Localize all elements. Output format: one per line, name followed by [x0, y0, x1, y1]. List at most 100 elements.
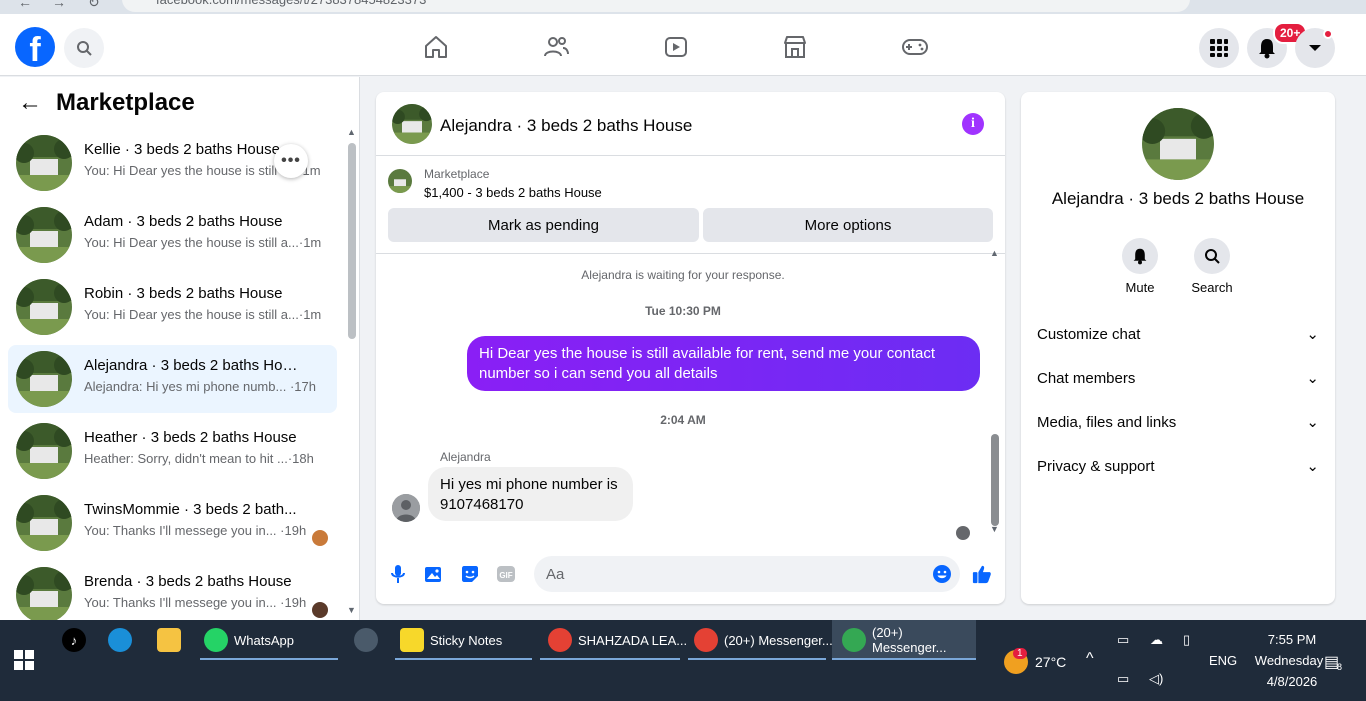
- message-thread: Alejandra is waiting for your response. …: [376, 248, 1005, 544]
- chevron-up-icon[interactable]: ^: [1086, 650, 1094, 668]
- search-button[interactable]: [64, 28, 104, 68]
- marketplace-tab[interactable]: [780, 32, 810, 62]
- read-receipt-avatar: [312, 530, 328, 546]
- marketplace-conversation-list: ← Marketplace Kellie · 3 beds 2 baths Ho…: [0, 77, 360, 620]
- thread-scroll-up-arrow[interactable]: ▲: [990, 248, 999, 258]
- mark-as-pending-button[interactable]: Mark as pending: [388, 208, 699, 242]
- chat-window: Alejandra · 3 beds 2 baths House i Marke…: [376, 92, 1005, 604]
- gaming-tab[interactable]: [900, 32, 930, 62]
- device-icon[interactable]: ▯: [1183, 632, 1190, 648]
- whatsapp-app[interactable]: WhatsApp: [204, 620, 294, 660]
- chat-members-section[interactable]: Chat members ⌄: [1037, 360, 1319, 396]
- emoji-icon[interactable]: [932, 564, 952, 584]
- chat-title[interactable]: Alejandra · 3 beds 2 baths House: [440, 116, 692, 136]
- chrome-window-messenger-2[interactable]: (20+) Messenger...: [832, 620, 976, 660]
- cloud-icon[interactable]: ☁: [1150, 632, 1163, 648]
- clock-date[interactable]: 4/8/2026: [1254, 674, 1330, 689]
- conversation-preview: You: Thanks I'll messege you in... ·19h: [84, 523, 307, 538]
- gamepad-icon: [902, 39, 928, 55]
- listing-thumbnail[interactable]: [388, 169, 412, 193]
- contact-avatar[interactable]: [1142, 108, 1214, 180]
- tiktok-app[interactable]: ♪: [62, 620, 92, 660]
- photo-icon[interactable]: [424, 564, 444, 584]
- home-tab[interactable]: [421, 32, 451, 62]
- language-indicator[interactable]: ENG: [1209, 653, 1237, 668]
- conversation-name: Heather · 3 beds 2 baths House: [84, 429, 297, 446]
- top-navigation: f 20+: [0, 14, 1366, 76]
- scroll-down-arrow[interactable]: ▼: [347, 605, 356, 615]
- listing-price[interactable]: $1,400 - 3 beds 2 baths House: [424, 185, 602, 200]
- outgoing-message[interactable]: Hi Dear yes the house is still available…: [467, 336, 980, 391]
- friends-tab[interactable]: [541, 32, 571, 62]
- weather-temperature[interactable]: 27°C: [1035, 654, 1066, 670]
- conversation-item[interactable]: Robin · 3 beds 2 baths House You: Hi Dea…: [8, 273, 337, 341]
- watch-tab[interactable]: [661, 32, 691, 62]
- clock-day[interactable]: Wednesday: [1244, 653, 1334, 668]
- whatsapp-icon: [204, 628, 228, 652]
- scroll-up-arrow[interactable]: ▲: [347, 127, 356, 137]
- store-icon: [784, 36, 806, 58]
- conversation-item-active[interactable]: Alejandra · 3 beds 2 baths House Alejand…: [8, 345, 337, 413]
- conversation-item[interactable]: TwinsMommie · 3 beds 2 bath... You: Than…: [8, 489, 337, 557]
- battery-icon[interactable]: ▭: [1117, 632, 1129, 648]
- search-in-chat-button[interactable]: Search: [1184, 238, 1240, 295]
- microphone-icon[interactable]: [388, 564, 408, 584]
- network-icon[interactable]: ▭: [1117, 671, 1129, 687]
- house-thumbnail: [16, 423, 72, 479]
- facebook-logo[interactable]: f: [15, 27, 55, 67]
- sender-avatar[interactable]: [392, 494, 420, 522]
- reload-icon[interactable]: ↻: [88, 0, 100, 11]
- forward-icon[interactable]: →: [52, 0, 66, 10]
- chevron-down-icon: ⌄: [1306, 370, 1319, 387]
- seen-indicator-avatar: [956, 526, 970, 540]
- conversation-name: Robin · 3 beds 2 baths House: [84, 285, 283, 302]
- edge-app[interactable]: [108, 620, 138, 660]
- chat-header: Alejandra · 3 beds 2 baths House i: [376, 92, 1005, 156]
- info-icon[interactable]: i: [962, 113, 984, 135]
- conversation-more-button[interactable]: •••: [274, 144, 308, 178]
- conversation-preview: You: Hi Dear yes the house is still a...…: [84, 307, 322, 322]
- sender-name: Alejandra: [440, 450, 491, 464]
- thread-scroll-down-arrow[interactable]: ▼: [990, 524, 999, 534]
- marketplace-title: Marketplace: [56, 89, 195, 116]
- mute-button[interactable]: Mute: [1112, 238, 1168, 295]
- snipping-app[interactable]: [354, 620, 384, 660]
- clock-time[interactable]: 7:55 PM: [1254, 632, 1330, 647]
- conversation-name: Alejandra · 3 beds 2 baths House: [84, 357, 304, 374]
- sticker-icon[interactable]: [460, 564, 480, 584]
- conversation-item[interactable]: Adam · 3 beds 2 baths House You: Hi Dear…: [8, 201, 337, 269]
- active-indicator: [395, 658, 532, 660]
- conversation-item[interactable]: Brenda · 3 beds 2 baths House You: Thank…: [8, 561, 337, 620]
- conversation-item[interactable]: Heather · 3 beds 2 baths House Heather: …: [8, 417, 337, 485]
- back-icon[interactable]: ←: [18, 0, 32, 10]
- incoming-message[interactable]: Hi yes mi phone number is 9107468170: [428, 467, 633, 521]
- conversation-name: Adam · 3 beds 2 baths House: [84, 213, 283, 230]
- chrome-window-messenger-1[interactable]: (20+) Messenger...: [694, 620, 833, 660]
- house-thumbnail: [16, 207, 72, 263]
- media-files-links-section[interactable]: Media, files and links ⌄: [1037, 404, 1319, 440]
- windows-taskbar: ♪ WhatsApp Sticky Notes SHAHZADA LEA... …: [0, 620, 1366, 701]
- gif-icon[interactable]: GIF: [496, 564, 516, 584]
- more-options-button[interactable]: More options: [703, 208, 993, 242]
- chrome-window-shahzada[interactable]: SHAHZADA LEA...: [548, 620, 687, 660]
- chat-avatar[interactable]: [392, 104, 432, 144]
- speaker-icon[interactable]: ◁): [1149, 671, 1163, 687]
- active-indicator: [688, 658, 826, 660]
- message-input[interactable]: [534, 556, 960, 592]
- thread-scrollbar[interactable]: [991, 434, 999, 526]
- file-explorer-app[interactable]: [157, 620, 187, 660]
- sticky-notes-app[interactable]: Sticky Notes: [400, 620, 502, 660]
- active-indicator: [200, 658, 338, 660]
- privacy-support-section[interactable]: Privacy & support ⌄: [1037, 448, 1319, 484]
- start-button[interactable]: [14, 640, 34, 680]
- address-bar[interactable]: facebook.com/messages/t/2738378454823373: [122, 0, 1190, 12]
- like-icon[interactable]: [972, 564, 992, 584]
- chrome-icon: [842, 628, 866, 652]
- conversation-list-scrollbar[interactable]: [348, 143, 356, 339]
- sticky-notes-icon: [400, 628, 424, 652]
- back-arrow-icon[interactable]: ←: [18, 89, 42, 117]
- customize-chat-section[interactable]: Customize chat ⌄: [1037, 316, 1319, 352]
- menu-button[interactable]: [1199, 28, 1239, 68]
- conversation-preview: You: Thanks I'll messege you in... ·19h: [84, 595, 307, 610]
- tiktok-icon: ♪: [62, 628, 86, 652]
